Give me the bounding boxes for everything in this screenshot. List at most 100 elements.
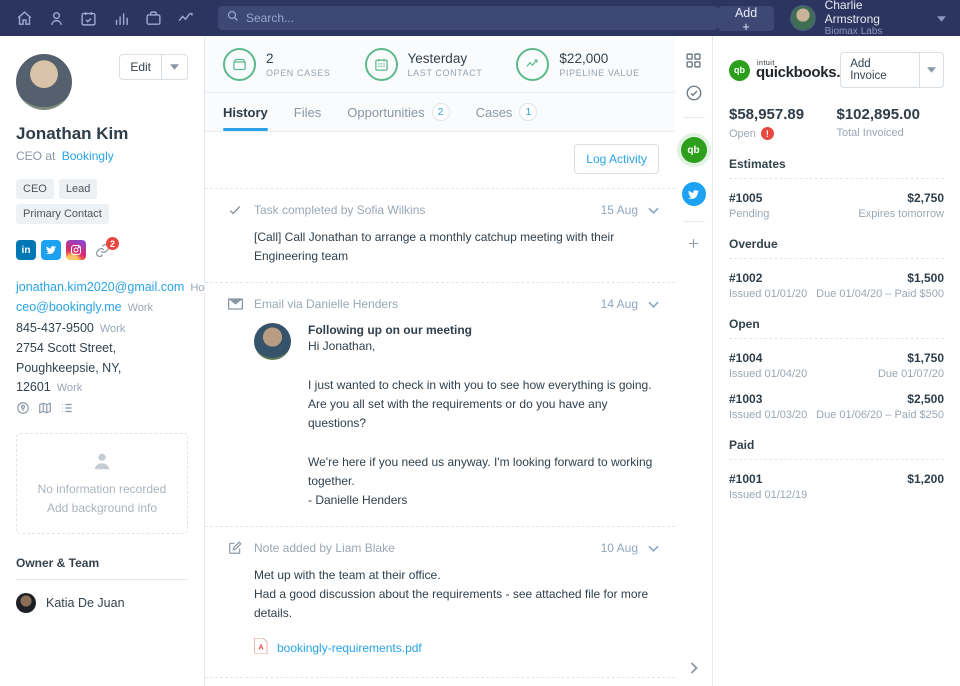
tab-files[interactable]: Files bbox=[294, 93, 321, 131]
invoice-amount: $1,500 bbox=[816, 271, 944, 285]
contact-type: Home bbox=[190, 282, 205, 294]
section-title: Estimates bbox=[729, 157, 944, 179]
history-timeline: Log Activity Task completed by Sofia Wil… bbox=[205, 132, 675, 686]
add-integration-icon[interactable] bbox=[687, 237, 700, 250]
contact-avatar bbox=[16, 54, 72, 110]
email-link[interactable]: ceo@bookingly.me bbox=[16, 300, 122, 314]
cases-count-badge: 1 bbox=[519, 103, 537, 121]
top-nav: Add + Charlie Armstrong Biomax Labs bbox=[0, 0, 960, 36]
cases-icon[interactable] bbox=[137, 0, 169, 36]
invoice-row[interactable]: #1002 Issued 01/01/20 $1,500 Due 01/04/2… bbox=[729, 271, 944, 300]
search-bar[interactable] bbox=[218, 6, 718, 30]
section-title: Open bbox=[729, 317, 944, 339]
invoice-number: #1003 bbox=[729, 392, 807, 406]
email-link[interactable]: jonathan.kim2020@gmail.com bbox=[16, 280, 184, 294]
tag: Primary Contact bbox=[16, 204, 109, 224]
edit-button[interactable]: Edit bbox=[119, 54, 188, 80]
chevron-down-icon[interactable] bbox=[648, 301, 659, 308]
overdue-section: Overdue #1002 Issued 01/01/20 $1,500 Due… bbox=[729, 237, 944, 300]
user-menu[interactable]: Charlie Armstrong Biomax Labs bbox=[790, 0, 946, 38]
last-contact-icon bbox=[365, 48, 398, 81]
map-pin-icon[interactable] bbox=[16, 401, 30, 415]
invoice-row[interactable]: #1005 Pending $2,750 Expires tomorrow bbox=[729, 191, 944, 220]
reports-icon[interactable] bbox=[105, 0, 137, 36]
open-cases-icon bbox=[223, 48, 256, 81]
attachment-link[interactable]: bookingly-requirements.pdf bbox=[277, 641, 422, 655]
open-section: Open #1004 Issued 01/04/20 $1,750 Due 01… bbox=[729, 317, 944, 421]
log-activity-row: Log Activity bbox=[205, 132, 675, 189]
calendar-icon[interactable] bbox=[73, 0, 105, 36]
entry-title: Email via Danielle Henders bbox=[254, 297, 398, 311]
email-subject: Following up on our meeting bbox=[308, 323, 659, 337]
overdue-alert-icon: ! bbox=[761, 127, 774, 140]
invoice-row[interactable]: #1001 Issued 01/12/19 $1,200 bbox=[729, 472, 944, 501]
quickbooks-integration-icon[interactable]: qb bbox=[677, 133, 711, 167]
instagram-icon[interactable] bbox=[66, 240, 86, 260]
invoice-row[interactable]: #1004 Issued 01/04/20 $1,750 Due 01/07/2… bbox=[729, 351, 944, 380]
divider bbox=[683, 117, 705, 118]
collapse-panel-icon[interactable] bbox=[690, 662, 698, 674]
invoice-issued: Issued 01/04/20 bbox=[729, 368, 807, 380]
note-icon bbox=[227, 541, 243, 555]
total-invoiced: $102,895.00 Total Invoiced bbox=[837, 106, 945, 140]
tag-list: CEO Lead Primary Contact bbox=[16, 179, 188, 224]
people-icon[interactable] bbox=[40, 0, 72, 36]
tab-bar: History Files Opportunities2 Cases1 bbox=[205, 93, 675, 132]
log-activity-button[interactable]: Log Activity bbox=[574, 144, 659, 174]
invoice-amount: $2,750 bbox=[858, 191, 944, 205]
add-invoice-button[interactable]: Add Invoice bbox=[840, 52, 944, 88]
role-prefix: CEO at bbox=[16, 149, 55, 163]
entry-date: 10 Aug bbox=[601, 541, 638, 555]
list-icon[interactable] bbox=[60, 401, 74, 415]
tab-opportunities[interactable]: Opportunities2 bbox=[347, 93, 449, 131]
twitter-icon[interactable] bbox=[41, 240, 61, 260]
edit-label[interactable]: Edit bbox=[120, 55, 161, 79]
quickbooks-wordmark: quickbooks. bbox=[756, 67, 840, 79]
quickbooks-logo-icon: qb bbox=[729, 60, 750, 81]
team-member[interactable]: Katia De Juan bbox=[16, 593, 188, 613]
chevron-down-icon[interactable] bbox=[648, 207, 659, 214]
invoice-row[interactable]: #1003 Issued 01/03/20 $2,500 Due 01/06/2… bbox=[729, 392, 944, 421]
user-avatar bbox=[790, 5, 815, 31]
edit-chevron-down-icon[interactable] bbox=[161, 55, 187, 79]
tab-cases[interactable]: Cases1 bbox=[476, 93, 538, 131]
tab-history[interactable]: History bbox=[223, 93, 268, 131]
tag: CEO bbox=[16, 179, 54, 199]
email-body: Hi Jonathan, I just wanted to check in w… bbox=[308, 337, 659, 510]
opportunities-count-badge: 2 bbox=[432, 103, 450, 121]
linkedin-icon[interactable]: in bbox=[16, 240, 36, 260]
map-icon[interactable] bbox=[38, 401, 52, 415]
add-button[interactable]: Add + bbox=[718, 6, 774, 31]
open-balance: $58,957.89 Open ! bbox=[729, 106, 837, 140]
quickbooks-panel: qb intuit quickbooks. Add Invoice $58,95… bbox=[713, 36, 960, 686]
company-link[interactable]: Bookingly bbox=[62, 149, 114, 163]
person-silhouette-icon bbox=[91, 450, 113, 472]
add-background-info[interactable]: No information recorded Add background i… bbox=[16, 433, 188, 534]
add-invoice-label[interactable]: Add Invoice bbox=[841, 53, 919, 87]
invoice-number: #1005 bbox=[729, 191, 769, 205]
search-icon bbox=[227, 9, 239, 27]
search-input[interactable] bbox=[246, 11, 709, 25]
tasks-check-circle-icon[interactable] bbox=[685, 84, 703, 102]
stat-value: Yesterday bbox=[408, 51, 483, 66]
invoice-number: #1002 bbox=[729, 271, 807, 285]
entry-title: Note added by Liam Blake bbox=[254, 541, 395, 555]
divider bbox=[683, 221, 705, 222]
open-label: Open bbox=[729, 128, 756, 140]
apps-grid-icon[interactable] bbox=[685, 52, 702, 69]
section-title: Paid bbox=[729, 438, 944, 460]
home-icon[interactable] bbox=[8, 0, 40, 36]
sales-icon[interactable] bbox=[170, 0, 202, 36]
paid-section: Paid #1001 Issued 01/12/19 $1,200 bbox=[729, 438, 944, 501]
total-label: Total Invoiced bbox=[837, 127, 904, 139]
contact-type: Work bbox=[128, 302, 153, 314]
stat-label: PIPELINE VALUE bbox=[559, 68, 639, 78]
link-icon[interactable]: 2 bbox=[91, 240, 113, 260]
add-invoice-chevron-down-icon[interactable] bbox=[919, 53, 943, 87]
timeline-entry-task: Task completed by Sofia Wilkins 15 Aug [… bbox=[205, 189, 675, 283]
chevron-down-icon[interactable] bbox=[648, 545, 659, 552]
address-tools bbox=[16, 401, 188, 415]
invoice-due: Due 01/04/20 – Paid $500 bbox=[816, 288, 944, 300]
twitter-integration-icon[interactable] bbox=[682, 182, 706, 206]
attachment-row: A bookingly-requirements.pdf bbox=[254, 638, 659, 659]
